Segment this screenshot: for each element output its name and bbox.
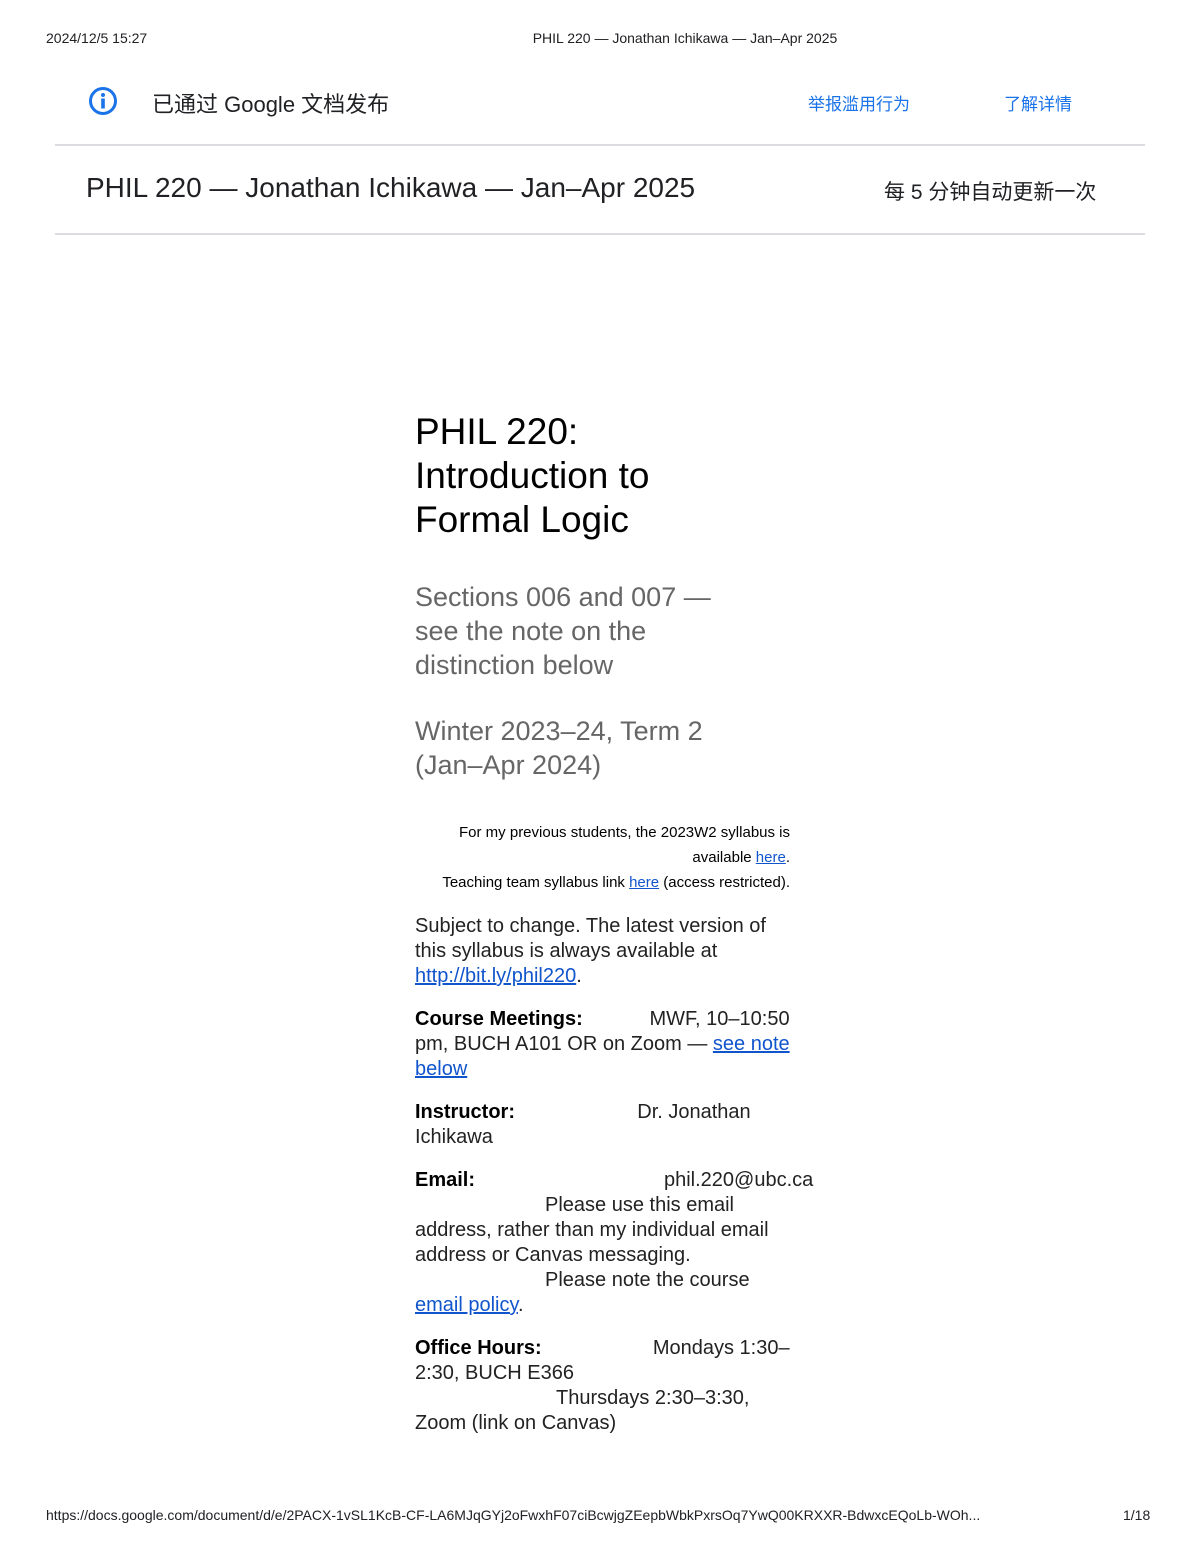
teaching-team-note: Teaching team syllabus link here (access… <box>442 874 790 891</box>
subtitle-line: Winter 2023–24, Term 2 <box>415 716 703 746</box>
publish-bar: 已通过 Google 文档发布 举报滥用行为 了解详情 <box>88 85 1088 117</box>
email-address: phil.220@ubc.ca <box>663 1169 814 1191</box>
subtitle-line: Sections 006 and 007 — <box>415 582 711 612</box>
previous-syllabus-link[interactable]: here <box>756 849 786 866</box>
subject-to-change-paragraph: Subject to change. The latest version of… <box>415 915 766 987</box>
report-abuse-link[interactable]: 举报滥用行为 <box>808 90 910 115</box>
sections-subtitle: Sections 006 and 007 — see the note on t… <box>415 580 790 682</box>
previous-syllabus-note: For my previous students, the 2023W2 syl… <box>459 824 790 866</box>
subtitle-line: (Jan–Apr 2024) <box>415 750 602 780</box>
instructor: Instructor: Dr. Jonathan Ichikawa <box>415 1100 790 1150</box>
subtitle-line: distinction below <box>415 650 614 680</box>
info-icon <box>89 87 117 115</box>
print-url: https://docs.google.com/document/d/e/2PA… <box>46 1507 981 1523</box>
course-meetings-label: Course Meetings: <box>415 1008 583 1030</box>
course-meetings: Course Meetings: MWF, 10–10:50 pm, BUCH … <box>415 1007 790 1082</box>
instructor-label: Instructor: <box>415 1101 515 1123</box>
published-notice: 已通过 Google 文档发布 <box>152 92 390 117</box>
email-policy-link[interactable]: email policy <box>415 1294 518 1316</box>
office-hours: Office Hours: Mondays 1:30–2:30, BUCH E3… <box>415 1336 790 1436</box>
document-title: PHIL 220: Introduction to Formal Logic <box>415 410 790 542</box>
title-line: PHIL 220: <box>415 411 579 452</box>
header-divider-top <box>55 144 1145 146</box>
title-line: Introduction to <box>415 455 650 496</box>
print-page-number: 1/18 <box>1123 1507 1151 1523</box>
title-line: Formal Logic <box>415 499 629 540</box>
teaching-team-link[interactable]: here <box>629 874 659 891</box>
email: Email: phil.220@ubc.ca Please use this em… <box>415 1169 814 1316</box>
document-body: PHIL 220: Introduction to Formal Logic S… <box>415 410 814 1436</box>
syllabus-short-link[interactable]: http://bit.ly/phil220 <box>415 965 576 987</box>
office-hours-label: Office Hours: <box>415 1337 542 1359</box>
email-usage-note: Please use this email address, rather th… <box>415 1194 769 1266</box>
learn-more-link[interactable]: 了解详情 <box>1004 90 1072 115</box>
email-label: Email: <box>415 1169 476 1191</box>
header-divider-bottom <box>55 233 1145 235</box>
subtitle-line: see the note on the <box>415 616 647 646</box>
term-subtitle: Winter 2023–24, Term 2 (Jan–Apr 2024) <box>415 714 790 782</box>
auto-update-notice: 每 5 分钟自动更新一次 <box>884 181 1097 204</box>
doc-header-title: PHIL 220 — Jonathan Ichikawa — Jan–Apr 2… <box>86 172 696 203</box>
office-hours-thursday: Thursdays 2:30–3:30, Zoom (link on Canva… <box>415 1387 750 1434</box>
print-title: PHIL 220 — Jonathan Ichikawa — Jan–Apr 2… <box>532 30 838 46</box>
